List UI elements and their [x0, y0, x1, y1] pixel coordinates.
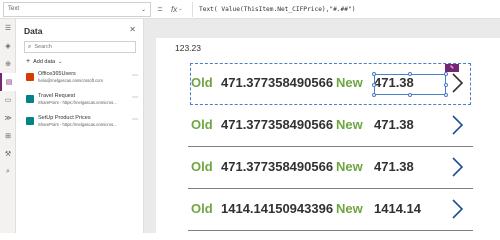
formula-bar: Text ⌄ = fx ⌄ Text( Value(ThisItem.Net_C…	[0, 0, 500, 19]
search-icon[interactable]: ⌕	[0, 163, 16, 181]
menu-icon[interactable]: ☰	[0, 19, 16, 37]
new-label[interactable]: New	[336, 117, 363, 132]
add-data-button[interactable]: + Add data ⌄	[26, 58, 62, 65]
old-value[interactable]: 471.377358490566	[221, 159, 333, 174]
new-label[interactable]: New	[336, 75, 363, 90]
resize-handle[interactable]	[372, 72, 376, 76]
chevron-down-icon: ⌄	[140, 6, 146, 13]
plus-icon: +	[26, 58, 31, 65]
resize-handle[interactable]	[444, 93, 448, 97]
fx-icon: fx	[171, 4, 178, 14]
gallery-row[interactable]: Old 471.377358490566 New 471.38	[188, 105, 473, 147]
left-rail: ☰ ◈ ⊕ ▤ ▭ ≫ ⊞ ⚒ ⌕	[0, 19, 16, 233]
top-label[interactable]: 123.23	[175, 43, 201, 53]
new-label[interactable]: New	[336, 201, 363, 216]
old-value[interactable]: 471.377358490566	[221, 75, 333, 90]
resize-handle[interactable]	[444, 83, 448, 87]
resize-handle[interactable]	[372, 83, 376, 87]
more-icon[interactable]: ⋯	[132, 72, 138, 79]
list-item[interactable]: SetUp Product Prices SharePoint - https:…	[26, 115, 138, 133]
old-label[interactable]: Old	[191, 201, 213, 216]
search-icon: ⌕	[28, 43, 32, 50]
property-dropdown[interactable]: Text ⌄	[3, 1, 151, 17]
search-box[interactable]: ⌕	[24, 41, 136, 53]
plus-icon[interactable]: ⊕	[0, 55, 16, 73]
media-icon[interactable]: ▭	[0, 91, 16, 109]
row-separator	[188, 230, 473, 231]
sharepoint-icon	[26, 95, 34, 103]
resize-handle[interactable]	[444, 72, 448, 76]
selected-control-box[interactable]	[374, 74, 446, 95]
datasource-sub: helia@melgascas.onmicrosoft.com	[38, 78, 103, 83]
gallery-row[interactable]: Old 471.377358490566 New 471.38	[188, 147, 473, 189]
new-value[interactable]: 471.38	[374, 159, 414, 174]
tools-icon[interactable]: ⚒	[0, 145, 16, 163]
resize-handle[interactable]	[372, 93, 376, 97]
datasource-name: Travel Request	[38, 93, 76, 99]
more-icon[interactable]: ⋯	[132, 116, 138, 123]
resize-handle[interactable]	[408, 72, 412, 76]
layers-icon[interactable]: ◈	[0, 37, 16, 55]
add-data-label: Add data	[33, 58, 56, 65]
datasource-name: Office365Users	[38, 71, 76, 77]
close-icon[interactable]: ✕	[129, 25, 136, 34]
old-value[interactable]: 471.377358490566	[221, 117, 333, 132]
list-item[interactable]: Travel Request SharePoint - https://melg…	[26, 93, 138, 111]
search-input[interactable]	[34, 44, 125, 50]
equals-sign: =	[157, 4, 163, 14]
chevron-down-icon: ⌄	[58, 58, 63, 65]
data-pane: Data ✕ ⌕ + Add data ⌄ Office365Users hel…	[16, 19, 144, 233]
chevron-right-icon[interactable]	[450, 198, 464, 220]
edit-icon[interactable]: ✎	[445, 64, 459, 72]
chevron-down-icon: ⌄	[178, 6, 183, 12]
new-label[interactable]: New	[336, 159, 363, 174]
datasource-name: SetUp Product Prices	[38, 115, 91, 121]
more-icon[interactable]: ⋯	[132, 94, 138, 101]
flow-icon[interactable]: ≫	[0, 109, 16, 127]
new-value[interactable]: 1414.14	[374, 201, 421, 216]
old-label[interactable]: Old	[191, 75, 213, 90]
chevron-right-icon[interactable]	[450, 156, 464, 178]
property-value: Text	[8, 6, 20, 12]
datasource-sub: SharePoint - https://melgascas.onmicros.…	[38, 100, 117, 105]
office-icon	[26, 73, 34, 81]
new-value[interactable]: 471.38	[374, 117, 414, 132]
old-label[interactable]: Old	[191, 159, 213, 174]
sharepoint-icon	[26, 117, 34, 125]
gallery-row[interactable]: Old 1414.14150943396 New 1414.14	[188, 189, 473, 231]
formula-input[interactable]: Text( Value(ThisItem.Net_CIFPrice),"#.##…	[193, 6, 500, 13]
resize-handle[interactable]	[408, 93, 412, 97]
old-value[interactable]: 1414.14150943396	[221, 201, 333, 216]
datasource-sub: SharePoint - https://melgascas.onmicros.…	[38, 122, 117, 127]
pane-title: Data	[24, 26, 43, 36]
database-icon[interactable]: ▤	[0, 73, 16, 91]
variables-icon[interactable]: ⊞	[0, 127, 16, 145]
fx-button[interactable]: fx ⌄	[169, 1, 193, 17]
old-label[interactable]: Old	[191, 117, 213, 132]
list-item[interactable]: Office365Users helia@melgascas.onmicroso…	[26, 71, 138, 89]
chevron-right-icon[interactable]	[450, 72, 464, 94]
chevron-right-icon[interactable]	[450, 114, 464, 136]
